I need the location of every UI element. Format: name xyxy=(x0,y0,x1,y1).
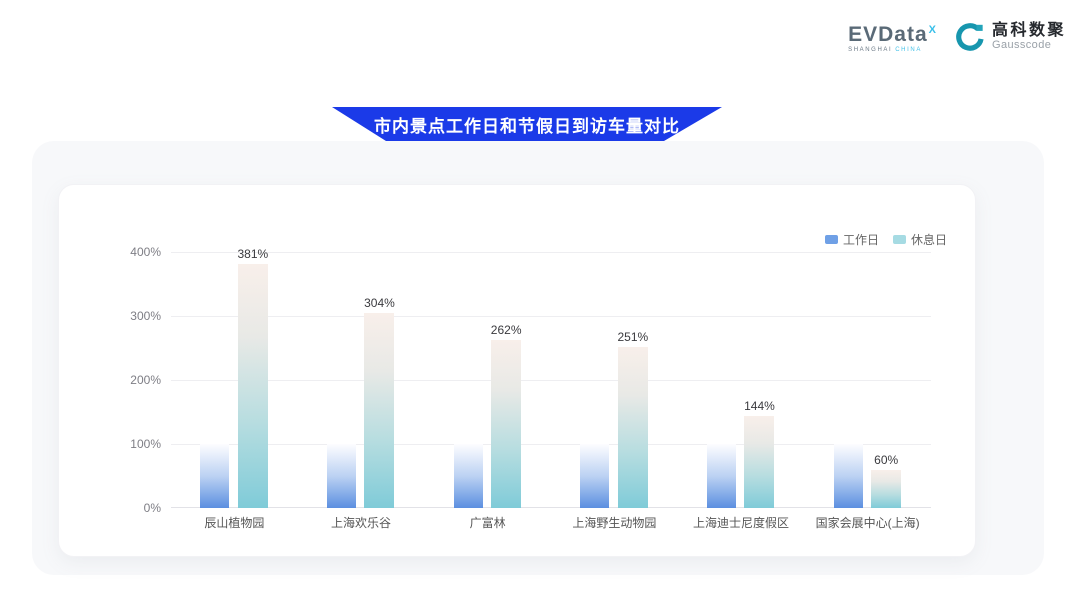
y-tick-label: 0% xyxy=(97,501,161,515)
bar-工作日-1 xyxy=(327,444,356,508)
bar-工作日-3 xyxy=(580,444,609,508)
gausscode-cn: 高科数聚 xyxy=(992,22,1066,39)
category-label-4: 上海迪士尼度假区 xyxy=(678,514,805,531)
bar-休息日-2 xyxy=(491,340,521,508)
evdata-text: EVData xyxy=(848,23,928,46)
bar-wrap: 304% xyxy=(364,296,395,508)
value-label: 144% xyxy=(744,399,775,413)
gausscode-text: 高科数聚 Gausscode xyxy=(992,22,1066,51)
bar-工作日-2 xyxy=(454,444,483,508)
bar-wrap xyxy=(834,444,863,508)
chart-card: 工作日休息日 381%304%262%251%144%60% 0%100%200… xyxy=(58,184,976,557)
bar-工作日-4 xyxy=(707,444,736,508)
bar-工作日-5 xyxy=(834,444,863,508)
evdata-logo: EVDataX SHANGHAICHINA xyxy=(848,20,937,53)
evdata-superscript-x: X xyxy=(929,24,937,36)
bar-wrap: 60% xyxy=(871,453,901,508)
plot-area: 381% 304% 262% 251% 144% 60% xyxy=(171,185,931,508)
value-label: 304% xyxy=(364,296,395,310)
value-label: 381% xyxy=(237,247,268,261)
bar-wrap: 262% xyxy=(491,323,522,508)
gausscode-logo: 高科数聚 Gausscode xyxy=(955,21,1066,53)
category-label-2: 广富林 xyxy=(424,514,551,531)
value-label: 60% xyxy=(874,453,898,467)
value-label: 262% xyxy=(491,323,522,337)
y-tick-label: 300% xyxy=(97,309,161,323)
bar-wrap xyxy=(327,444,356,508)
bar-休息日-3 xyxy=(618,347,648,508)
evdata-wordmark: EVDataX xyxy=(848,20,937,45)
gausscode-icon xyxy=(955,21,985,53)
bar-休息日-4 xyxy=(744,416,774,508)
header-logos: EVDataX SHANGHAICHINA 高科数聚 Gausscode xyxy=(848,20,1066,53)
bar-group-2: 262% xyxy=(424,185,551,508)
bar-wrap xyxy=(707,444,736,508)
bar-group-1: 304% xyxy=(298,185,425,508)
y-tick-label: 400% xyxy=(97,245,161,259)
page: EVDataX SHANGHAICHINA 高科数聚 Gausscode 市内景… xyxy=(0,0,1080,608)
bar-工作日-0 xyxy=(200,444,229,508)
bar-group-5: 60% xyxy=(804,185,931,508)
category-label-3: 上海野生动物园 xyxy=(551,514,678,531)
chart-title: 市内景点工作日和节假日到访车量对比 xyxy=(374,112,680,137)
category-label-0: 辰山植物园 xyxy=(171,514,298,531)
evdata-tagline: SHANGHAICHINA xyxy=(848,47,922,53)
bar-wrap: 144% xyxy=(744,399,775,508)
bar-wrap xyxy=(580,444,609,508)
bar-休息日-0 xyxy=(238,264,268,508)
category-label-1: 上海欢乐谷 xyxy=(298,514,425,531)
bar-wrap xyxy=(454,444,483,508)
chart-title-banner: 市内景点工作日和节假日到访车量对比 xyxy=(332,107,722,141)
value-label: 251% xyxy=(617,330,648,344)
category-label-5: 国家会展中心(上海) xyxy=(804,514,931,531)
gausscode-en: Gausscode xyxy=(992,39,1066,51)
bar-wrap: 381% xyxy=(237,247,268,508)
y-tick-label: 200% xyxy=(97,373,161,387)
bar-休息日-5 xyxy=(871,470,901,508)
bar-休息日-1 xyxy=(364,313,394,508)
bar-wrap xyxy=(200,444,229,508)
bar-wrap: 251% xyxy=(617,330,648,508)
bar-group-4: 144% xyxy=(678,185,805,508)
bar-group-0: 381% xyxy=(171,185,298,508)
bar-group-3: 251% xyxy=(551,185,678,508)
chart-panel: 工作日休息日 381%304%262%251%144%60% 0%100%200… xyxy=(32,141,1044,575)
y-tick-label: 100% xyxy=(97,437,161,451)
